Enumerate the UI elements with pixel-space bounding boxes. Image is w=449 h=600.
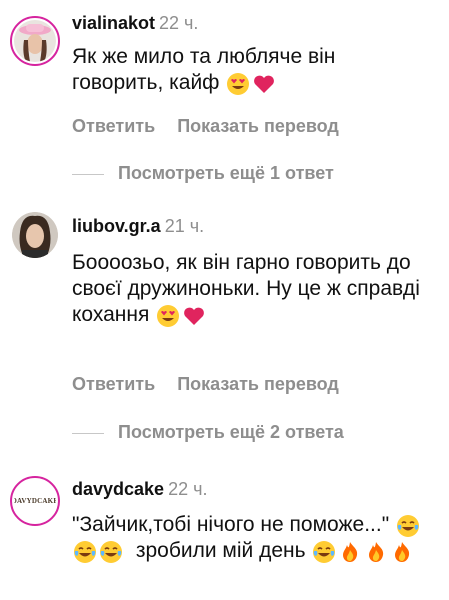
view-more-replies-label: Посмотреть ещё 1 ответ — [118, 163, 334, 183]
fire-emoji-icon — [338, 540, 362, 564]
fire-emoji-icon — [390, 540, 414, 564]
avatar-photo — [14, 20, 56, 62]
tears-of-joy-emoji-icon — [312, 540, 336, 564]
view-more-replies-button[interactable]: Посмотреть ещё 1 ответ — [72, 162, 334, 184]
comment-body-part1: "Зайчик,тобі нічого не поможе..." — [72, 513, 390, 536]
tears-of-joy-emoji-icon — [73, 540, 97, 564]
reply-button[interactable]: Ответить — [72, 116, 155, 136]
avatar-photo — [12, 212, 58, 258]
show-translation-button[interactable]: Показать перевод — [177, 374, 339, 394]
comment-header: liubov.gr.a 21 ч. — [72, 215, 204, 237]
comment-body-part2: зробили мій день — [135, 539, 306, 562]
comment-header: vialinakot 22 ч. — [72, 12, 198, 34]
comment-actions: Ответить Показать перевод — [72, 115, 339, 137]
username[interactable]: vialinakot — [72, 13, 155, 33]
avatar[interactable] — [10, 16, 60, 66]
divider-line — [72, 432, 104, 434]
avatar-logo-text: DAVYDCAKE — [14, 497, 56, 505]
comment-body: Бoooозьо, як він гарно говорить до своєї… — [72, 251, 420, 326]
timestamp: 22 ч. — [159, 13, 199, 33]
comment-text: Як же мило та любляче він говорить, кайф — [72, 44, 432, 96]
view-more-replies-label: Посмотреть ещё 2 ответа — [118, 422, 344, 442]
fire-emoji-icon — [364, 540, 388, 564]
view-more-replies-button[interactable]: Посмотреть ещё 2 ответа — [72, 421, 344, 443]
heart-eyes-emoji-icon — [156, 304, 180, 328]
comment-body: Як же мило та любляче він говорить, кайф — [72, 45, 336, 94]
username[interactable]: liubov.gr.a — [72, 216, 161, 236]
avatar[interactable]: DAVYDCAKE — [10, 476, 60, 526]
divider-line — [72, 173, 104, 175]
red-heart-emoji-icon — [252, 72, 276, 96]
timestamp: 21 ч. — [164, 216, 205, 236]
comment-actions: Ответить Показать перевод — [72, 373, 339, 395]
heart-eyes-emoji-icon — [226, 72, 250, 96]
comment-text: Бoooозьо, як він гарно говорить до своєї… — [72, 250, 428, 328]
show-translation-button[interactable]: Показать перевод — [177, 116, 339, 136]
tears-of-joy-emoji-icon — [396, 514, 420, 538]
avatar-logo: DAVYDCAKE — [14, 480, 56, 522]
comment-header: davydcake 22 ч. — [72, 478, 207, 500]
comment-text: "Зайчик,тобі нічого не поможе..." зробил… — [72, 512, 422, 564]
red-heart-emoji-icon — [182, 304, 206, 328]
username[interactable]: davydcake — [72, 479, 164, 499]
timestamp: 22 ч. — [168, 479, 208, 499]
avatar[interactable] — [12, 212, 58, 258]
reply-button[interactable]: Ответить — [72, 374, 155, 394]
tears-of-joy-emoji-icon — [99, 540, 123, 564]
